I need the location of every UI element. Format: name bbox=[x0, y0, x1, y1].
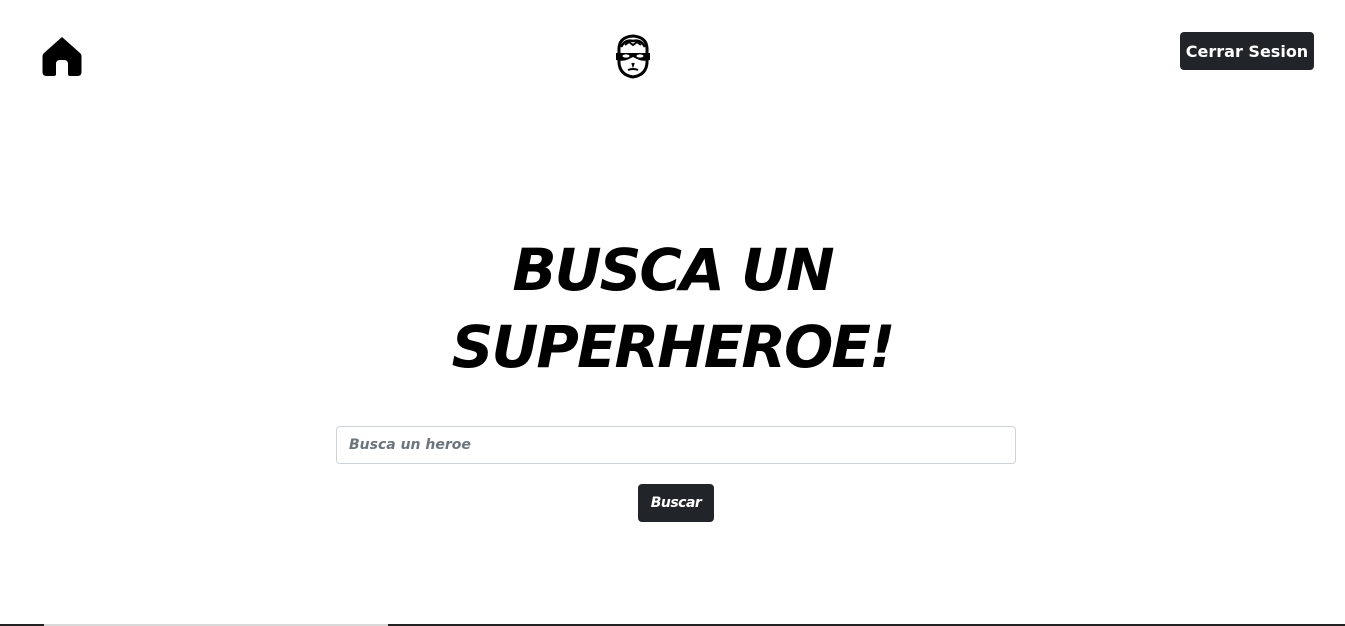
page-title-line-1: BUSCA UN bbox=[512, 236, 834, 304]
hero-search-input[interactable] bbox=[336, 426, 1016, 464]
logout-button[interactable]: Cerrar Sesion bbox=[1180, 32, 1314, 70]
logo bbox=[613, 33, 653, 79]
search-button[interactable]: Buscar bbox=[638, 484, 714, 522]
page-title: BUSCA UN SUPERHEROE! bbox=[0, 232, 1345, 386]
page-title-line-2: SUPERHEROE! bbox=[451, 313, 896, 381]
home-icon bbox=[42, 37, 82, 76]
home-link[interactable] bbox=[42, 35, 82, 77]
masked-hero-face-icon bbox=[616, 34, 650, 79]
navbar: Cerrar Sesion bbox=[0, 0, 1345, 110]
